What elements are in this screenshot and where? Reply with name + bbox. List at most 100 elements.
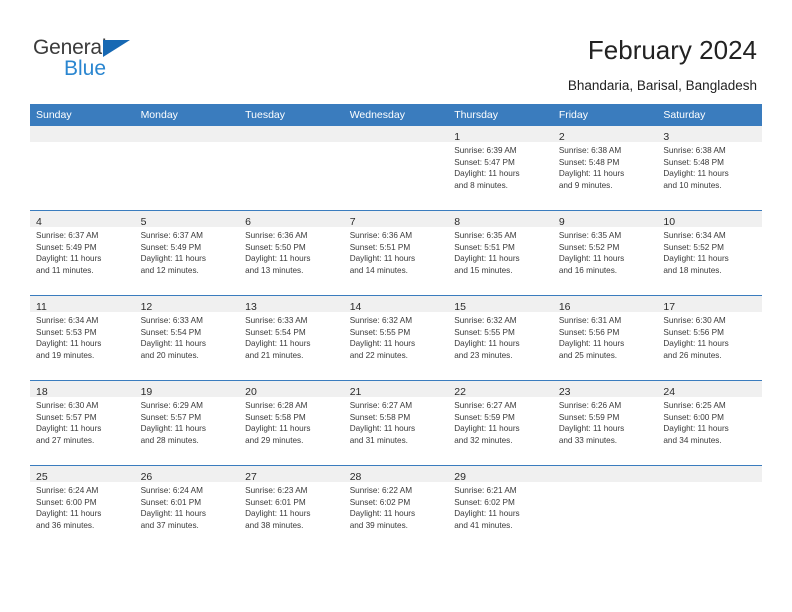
day-number-band: 15: [448, 296, 553, 313]
day-cell-inner: 14 Sunrise: 6:32 AM Sunset: 5:55 PM Dayligh…: [343, 296, 449, 380]
daylight-text: Daylight: 11 hours: [36, 509, 102, 519]
daylight-text: and 22 minutes.: [349, 350, 408, 360]
calendar-week-row: 1 Sunrise: 6:39 AM Sunset: 5:47 PM Daylight…: [30, 126, 762, 211]
calendar-day-cell[interactable]: 25 Sunrise: 6:24 AM Sunset: 6:00 PM Dayligh…: [30, 465, 135, 550]
calendar-day-cell[interactable]: 2 Sunrise: 6:38 AM Sunset: 5:48 PM Daylight…: [552, 126, 658, 211]
sunrise-text: Sunrise: 6:32 AM: [349, 316, 413, 325]
day-number: 25: [36, 471, 48, 483]
day-number-band: 16: [552, 296, 658, 313]
calendar-day-cell[interactable]: 26 Sunrise: 6:24 AM Sunset: 6:01 PM Dayligh…: [134, 465, 240, 550]
calendar-day-cell[interactable]: 13 Sunrise: 6:33 AM Sunset: 5:54 PM Dayligh…: [239, 295, 344, 381]
calendar-day-cell[interactable]: 5 Sunrise: 6:37 AM Sunset: 5:49 PM Daylight…: [134, 210, 240, 296]
daylight-text: Daylight: 11 hours: [140, 339, 206, 349]
daylight-text: and 9 minutes.: [558, 180, 613, 190]
day-cell-inner: 6 Sunrise: 6:36 AM Sunset: 5:50 PM Daylight…: [239, 211, 344, 295]
daylight-text: and 31 minutes.: [349, 435, 408, 445]
sunset-text: Sunset: 6:00 PM: [36, 497, 97, 507]
day-number-band: [343, 126, 449, 142]
sunrise-text: Sunrise: 6:37 AM: [140, 231, 203, 240]
daylight-text: Daylight: 11 hours: [349, 509, 416, 519]
weekday-header-saturday: Saturday: [657, 104, 762, 126]
daylight-text: Daylight: 11 hours: [36, 254, 102, 264]
calendar-cell-empty: [30, 126, 135, 211]
calendar-day-cell[interactable]: 15 Sunrise: 6:32 AM Sunset: 5:55 PM Dayligh…: [448, 295, 553, 381]
calendar-day-cell[interactable]: 10 Sunrise: 6:34 AM Sunset: 5:52 PM Dayligh…: [657, 210, 762, 296]
day-details: Sunrise: 6:24 AM Sunset: 6:01 PM Daylight:…: [135, 482, 240, 531]
calendar-day-cell[interactable]: 14 Sunrise: 6:32 AM Sunset: 5:55 PM Dayligh…: [343, 295, 449, 381]
sunrise-text: Sunrise: 6:30 AM: [663, 316, 726, 325]
sunrise-text: Sunrise: 6:38 AM: [663, 146, 726, 155]
calendar-day-cell[interactable]: 1 Sunrise: 6:39 AM Sunset: 5:47 PM Daylight…: [448, 126, 553, 211]
calendar-page: General Blue February 2024 Bhandaria, Ba…: [0, 0, 792, 612]
weekday-header-friday: Friday: [552, 104, 658, 126]
daylight-text: Daylight: 11 hours: [663, 169, 729, 179]
day-number: 15: [454, 301, 466, 313]
daylight-text: Daylight: 11 hours: [245, 254, 311, 264]
day-cell-inner: 27 Sunrise: 6:23 AM Sunset: 6:01 PM Dayligh…: [239, 466, 344, 550]
sunrise-text: Sunrise: 6:24 AM: [36, 486, 99, 495]
day-cell-inner: 24 Sunrise: 6:25 AM Sunset: 6:00 PM Dayligh…: [657, 381, 762, 465]
daylight-text: and 38 minutes.: [245, 520, 304, 530]
daylight-text: Daylight: 11 hours: [140, 254, 206, 264]
calendar-day-cell[interactable]: 19 Sunrise: 6:29 AM Sunset: 5:57 PM Dayligh…: [134, 380, 240, 466]
calendar-day-cell[interactable]: 23 Sunrise: 6:26 AM Sunset: 5:59 PM Dayligh…: [552, 380, 658, 466]
day-details: Sunrise: 6:25 AM Sunset: 6:00 PM Daylight:…: [657, 397, 762, 446]
day-number-band: 25: [30, 466, 135, 483]
day-number: 20: [245, 386, 257, 398]
day-cell-inner: [552, 466, 658, 550]
calendar-day-cell[interactable]: 27 Sunrise: 6:23 AM Sunset: 6:01 PM Dayligh…: [239, 465, 344, 550]
sunset-text: Sunset: 5:58 PM: [245, 412, 306, 422]
daylight-text: Daylight: 11 hours: [454, 424, 520, 434]
day-number: 22: [454, 386, 466, 398]
day-cell-inner: 16 Sunrise: 6:31 AM Sunset: 5:56 PM Dayligh…: [552, 296, 658, 380]
daylight-text: and 36 minutes.: [36, 520, 95, 530]
sunrise-text: Sunrise: 6:39 AM: [454, 146, 517, 155]
day-number-band: 20: [239, 381, 344, 398]
daylight-text: Daylight: 11 hours: [454, 339, 520, 349]
calendar-day-cell[interactable]: 8 Sunrise: 6:35 AM Sunset: 5:51 PM Daylight…: [448, 210, 553, 296]
sunrise-text: Sunrise: 6:26 AM: [558, 401, 622, 410]
calendar-day-cell[interactable]: 7 Sunrise: 6:36 AM Sunset: 5:51 PM Daylight…: [343, 210, 449, 296]
sunset-text: Sunset: 5:58 PM: [349, 412, 411, 422]
calendar-day-cell[interactable]: 22 Sunrise: 6:27 AM Sunset: 5:59 PM Dayligh…: [448, 380, 553, 466]
daylight-text: Daylight: 11 hours: [454, 254, 520, 264]
day-cell-inner: 25 Sunrise: 6:24 AM Sunset: 6:00 PM Dayligh…: [30, 466, 135, 550]
sunrise-text: Sunrise: 6:34 AM: [663, 231, 726, 240]
calendar-day-cell[interactable]: 18 Sunrise: 6:30 AM Sunset: 5:57 PM Dayligh…: [30, 380, 135, 466]
sunset-text: Sunset: 5:53 PM: [36, 327, 97, 337]
daylight-text: and 26 minutes.: [663, 350, 722, 360]
sunrise-text: Sunrise: 6:38 AM: [558, 146, 622, 155]
sunset-text: Sunset: 6:02 PM: [454, 497, 515, 507]
day-details: Sunrise: 6:34 AM Sunset: 5:52 PM Daylight:…: [657, 227, 762, 276]
day-number-band: 21: [343, 381, 449, 398]
sunset-text: Sunset: 5:50 PM: [245, 242, 306, 252]
calendar-day-cell[interactable]: 17 Sunrise: 6:30 AM Sunset: 5:56 PM Dayligh…: [657, 295, 762, 381]
calendar-day-cell[interactable]: 4 Sunrise: 6:37 AM Sunset: 5:49 PM Daylight…: [30, 210, 135, 296]
page-subtitle: Bhandaria, Barisal, Bangladesh: [567, 78, 757, 93]
calendar-day-cell[interactable]: 9 Sunrise: 6:35 AM Sunset: 5:52 PM Daylight…: [552, 210, 658, 296]
day-number-band: 24: [657, 381, 762, 398]
daylight-text: and 33 minutes.: [558, 435, 618, 445]
calendar-day-cell[interactable]: 24 Sunrise: 6:25 AM Sunset: 6:00 PM Dayligh…: [657, 380, 762, 466]
calendar-day-cell[interactable]: 28 Sunrise: 6:22 AM Sunset: 6:02 PM Dayligh…: [343, 465, 449, 550]
calendar-day-cell[interactable]: 12 Sunrise: 6:33 AM Sunset: 5:54 PM Dayligh…: [134, 295, 240, 381]
day-cell-inner: 26 Sunrise: 6:24 AM Sunset: 6:01 PM Dayligh…: [134, 466, 240, 550]
calendar-day-cell[interactable]: 3 Sunrise: 6:38 AM Sunset: 5:48 PM Daylight…: [657, 126, 762, 211]
day-number: 9: [558, 216, 565, 228]
day-cell-inner: 7 Sunrise: 6:36 AM Sunset: 5:51 PM Daylight…: [343, 211, 449, 295]
calendar-day-cell[interactable]: 16 Sunrise: 6:31 AM Sunset: 5:56 PM Dayligh…: [552, 295, 658, 381]
calendar-week-row: 11 Sunrise: 6:34 AM Sunset: 5:53 PM Dayligh…: [30, 295, 762, 381]
daylight-text: and 18 minutes.: [663, 265, 722, 275]
calendar-day-cell[interactable]: 29 Sunrise: 6:21 AM Sunset: 6:02 PM Dayligh…: [448, 465, 553, 550]
daylight-text: Daylight: 11 hours: [663, 339, 729, 349]
calendar-day-cell[interactable]: 6 Sunrise: 6:36 AM Sunset: 5:50 PM Daylight…: [239, 210, 344, 296]
calendar-cell-empty: [657, 465, 762, 550]
day-details: Sunrise: 6:36 AM Sunset: 5:50 PM Daylight:…: [239, 227, 344, 276]
daylight-text: and 12 minutes.: [140, 265, 199, 275]
calendar-day-cell[interactable]: 20 Sunrise: 6:28 AM Sunset: 5:58 PM Dayligh…: [239, 380, 344, 466]
calendar-day-cell[interactable]: 11 Sunrise: 6:34 AM Sunset: 5:53 PM Dayligh…: [30, 295, 135, 381]
day-number-band: 8: [448, 211, 553, 228]
calendar-day-cell[interactable]: 21 Sunrise: 6:27 AM Sunset: 5:58 PM Dayligh…: [343, 380, 449, 466]
logo-triangle-icon: [103, 40, 130, 57]
day-cell-inner: 4 Sunrise: 6:37 AM Sunset: 5:49 PM Daylight…: [30, 211, 135, 295]
